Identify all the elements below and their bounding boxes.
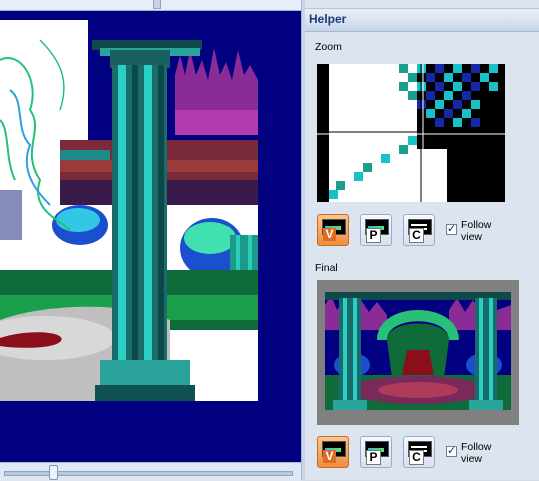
view-mode-v-icon: V [322,219,346,241]
zoom-follow-view-checkbox[interactable] [446,222,457,235]
view-mode-v-icon: V [322,441,346,463]
scroll-track[interactable] [4,471,293,476]
final-follow-view-checkbox[interactable] [446,444,457,457]
pixel-art-picture[interactable] [0,20,258,401]
zoom-label: Zoom [315,41,342,53]
horizontal-scrollbar[interactable] [0,462,301,481]
helper-header: Helper [305,8,539,32]
final-label: Final [315,262,338,274]
canvas-top-ruler [0,0,301,11]
zoom-control-button[interactable]: C [403,214,435,246]
view-mode-c-icon: C [408,219,432,243]
final-priority-button[interactable]: P [360,436,392,468]
zoom-visual-button[interactable]: V [317,214,349,246]
final-preview[interactable] [317,280,519,425]
helper-panel: Helper Zoom V P C ✓ Follow view Final V … [305,0,539,480]
ruler-marker[interactable] [153,0,161,9]
view-mode-c-icon: C [408,441,432,465]
helper-title: Helper [309,12,347,26]
final-control-button[interactable]: C [403,436,435,468]
final-visual-button[interactable]: V [317,436,349,468]
picture-canvas[interactable] [0,0,301,462]
zoom-preview[interactable] [317,64,505,202]
zoom-follow-view-label: Follow view [461,219,492,243]
final-follow-view-label: Follow view [461,441,492,465]
zoom-priority-button[interactable]: P [360,214,392,246]
view-mode-p-icon: P [365,219,389,243]
view-mode-p-icon: P [365,441,389,465]
scroll-thumb[interactable] [49,465,58,480]
